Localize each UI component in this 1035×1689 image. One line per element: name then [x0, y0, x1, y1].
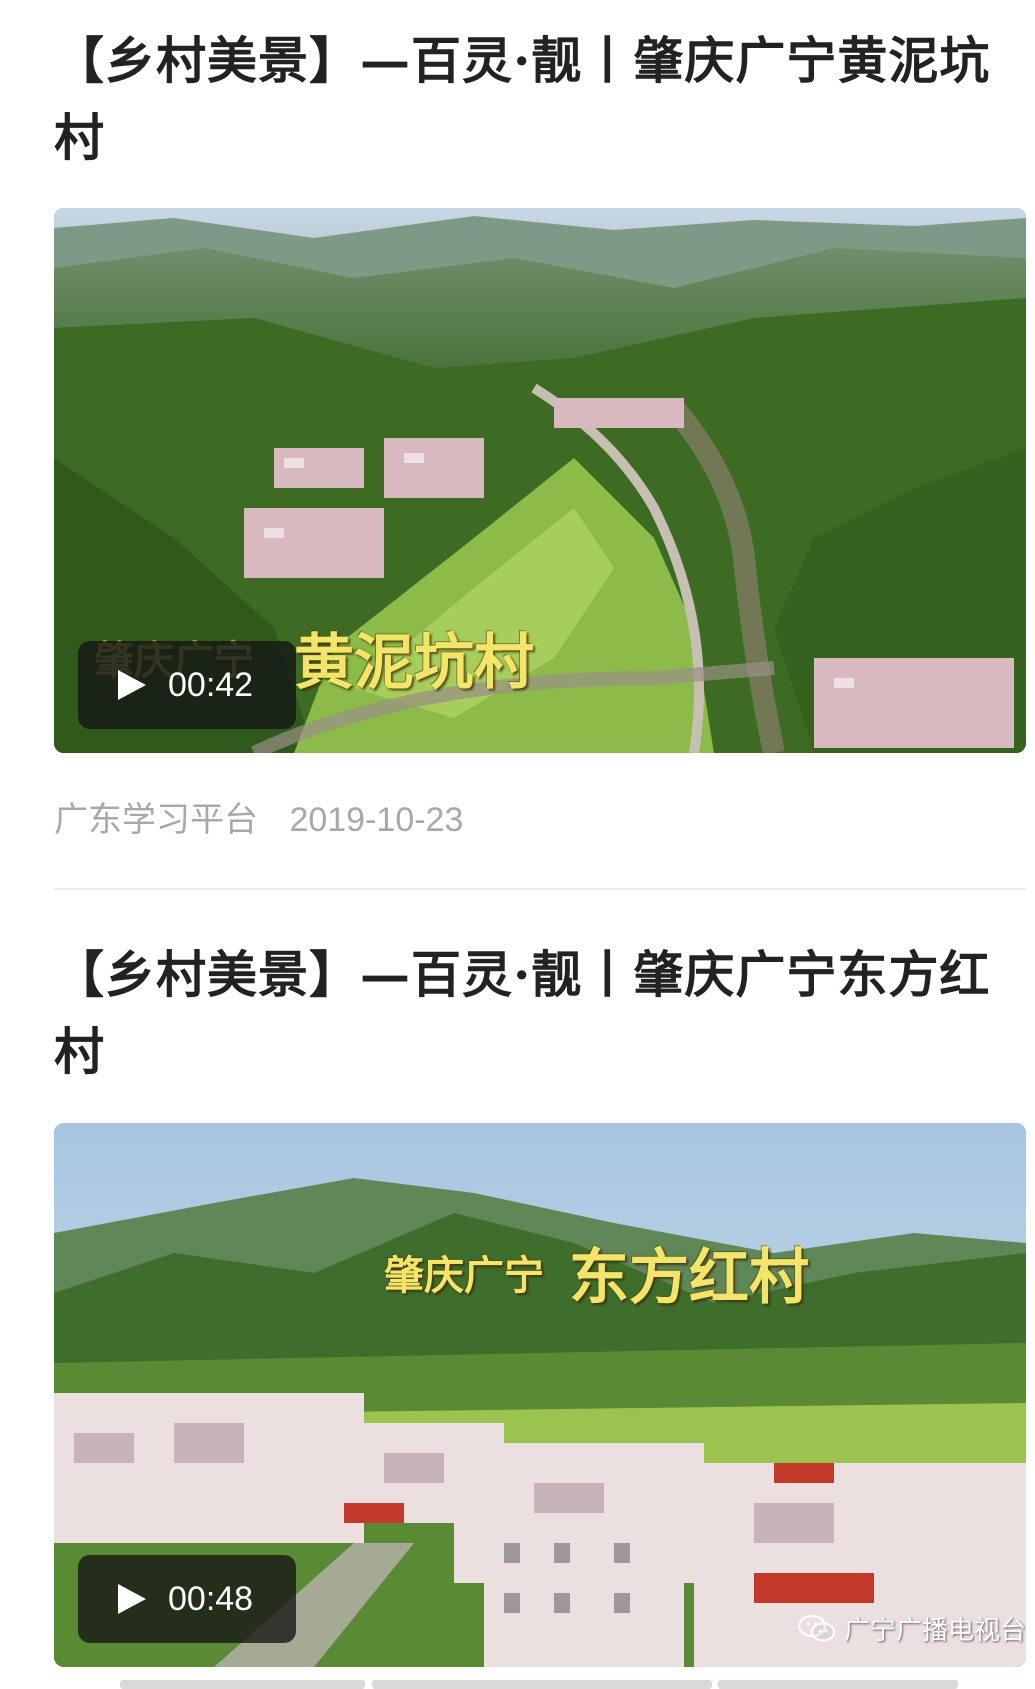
bottom-image-strip [718, 1680, 958, 1689]
bottom-image-strip [372, 1680, 712, 1689]
article-meta: 广东学习平台 2019-10-23 [54, 792, 463, 841]
duration-badge[interactable]: 00:48 [78, 1555, 296, 1643]
channel-name: 广宁广播电视台 [843, 1616, 1026, 1646]
article-date: 2019-10-23 [289, 801, 464, 839]
duration-badge[interactable]: 00:42 [78, 641, 296, 729]
play-icon [118, 670, 146, 700]
article-source: 广东学习平台 [54, 801, 258, 839]
bottom-image-strip [120, 1680, 365, 1689]
play-icon [118, 1584, 146, 1614]
wechat-icon [797, 1614, 836, 1642]
video-caption-large: 黄泥坑村 [294, 628, 534, 698]
article-title[interactable]: 【乡村美景】—百灵·靓丨肇庆广宁东方红村 [54, 936, 1026, 1090]
channel-watermark: 广宁广播电视台 [797, 1610, 1026, 1647]
divider [54, 888, 1026, 890]
video-player[interactable]: 肇庆广宁 东方红村 00:48 广宁广播电视台 [54, 1123, 1026, 1667]
video-caption-small: 肇庆广宁 [384, 1253, 544, 1299]
video-duration: 00:42 [168, 665, 254, 704]
article-title[interactable]: 【乡村美景】—百灵·靓丨肇庆广宁黄泥坑村 [54, 22, 1026, 176]
video-caption-large: 东方红村 [569, 1243, 809, 1313]
video-player[interactable]: 肇庆广宁 黄泥坑村 00:42 [54, 208, 1026, 753]
video-duration: 00:48 [168, 1579, 254, 1618]
